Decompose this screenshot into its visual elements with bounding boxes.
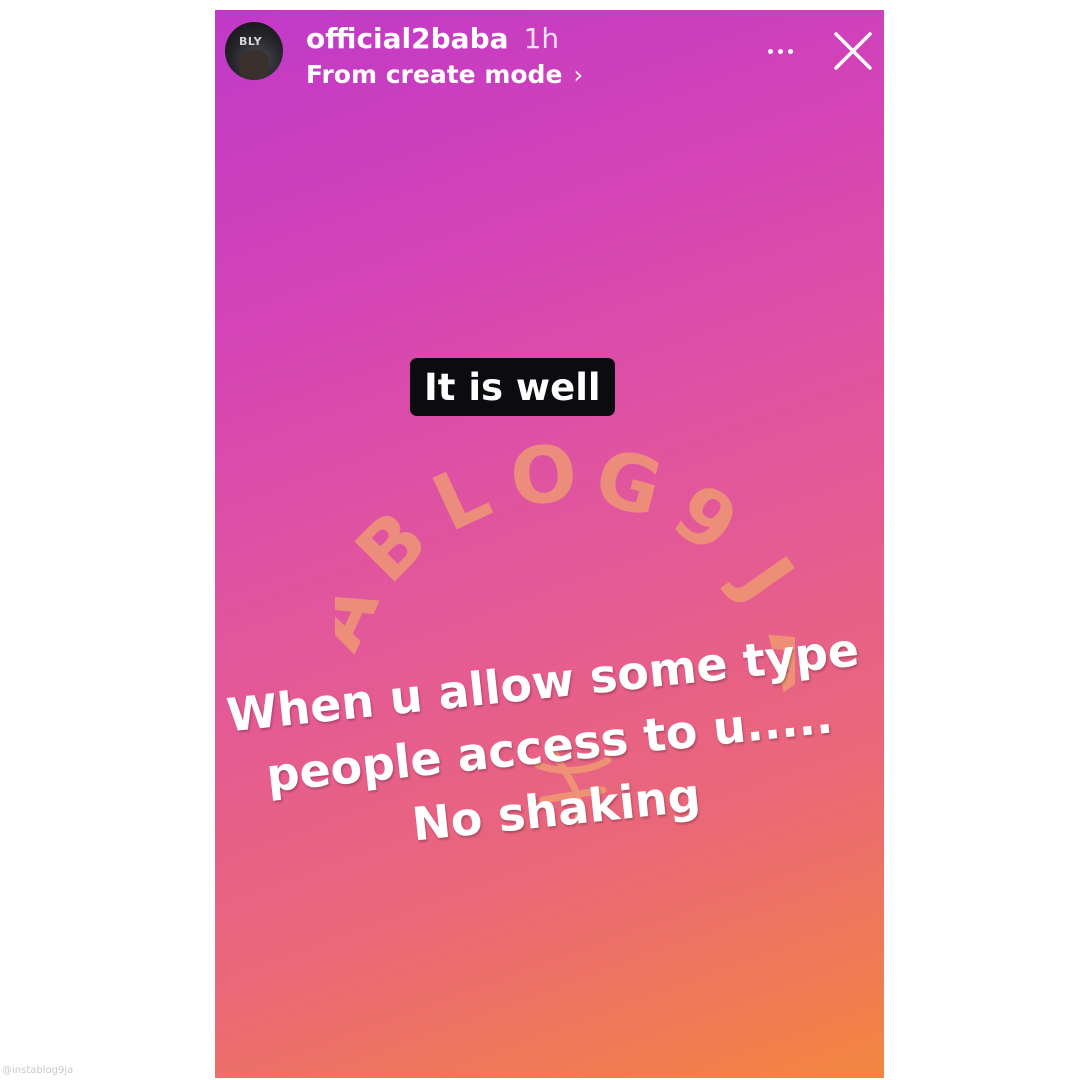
watermark-letter: G [586, 432, 671, 536]
chevron-right-icon: › [573, 61, 584, 89]
more-dot [768, 49, 773, 54]
watermark-letter: A [335, 570, 397, 663]
avatar-face [239, 50, 269, 80]
more-dot [778, 49, 783, 54]
watermark-letter: O [507, 429, 581, 524]
profile-avatar[interactable]: BLY [225, 22, 283, 80]
more-options-icon[interactable] [763, 32, 799, 62]
watermark-letter: 9 [657, 467, 753, 572]
username-row: official2baba 1h [306, 22, 559, 55]
sticker-text: It is well [424, 365, 601, 409]
text-sticker[interactable]: It is well [410, 358, 615, 416]
create-mode-label: From create mode [306, 60, 563, 89]
username-link[interactable]: official2baba [306, 22, 509, 55]
story-viewer[interactable]: BLY official2baba 1h From create mode › [215, 10, 884, 1078]
watermark-letter: L [420, 447, 503, 550]
story-header: BLY official2baba 1h From create mode › [215, 10, 884, 100]
source-credit: @instablog9ja [2, 1065, 74, 1076]
story-timestamp: 1h [523, 22, 560, 55]
page: BLY official2baba 1h From create mode › [0, 0, 1080, 1080]
watermark-letter: B [339, 494, 445, 600]
create-mode-link[interactable]: From create mode › [306, 60, 583, 89]
watermark-letter: J [717, 538, 795, 617]
story-caption: When u allow some type people access to … [215, 616, 884, 877]
more-dot [788, 49, 793, 54]
avatar-cap-label: BLY [239, 35, 263, 48]
close-icon[interactable] [832, 30, 874, 72]
